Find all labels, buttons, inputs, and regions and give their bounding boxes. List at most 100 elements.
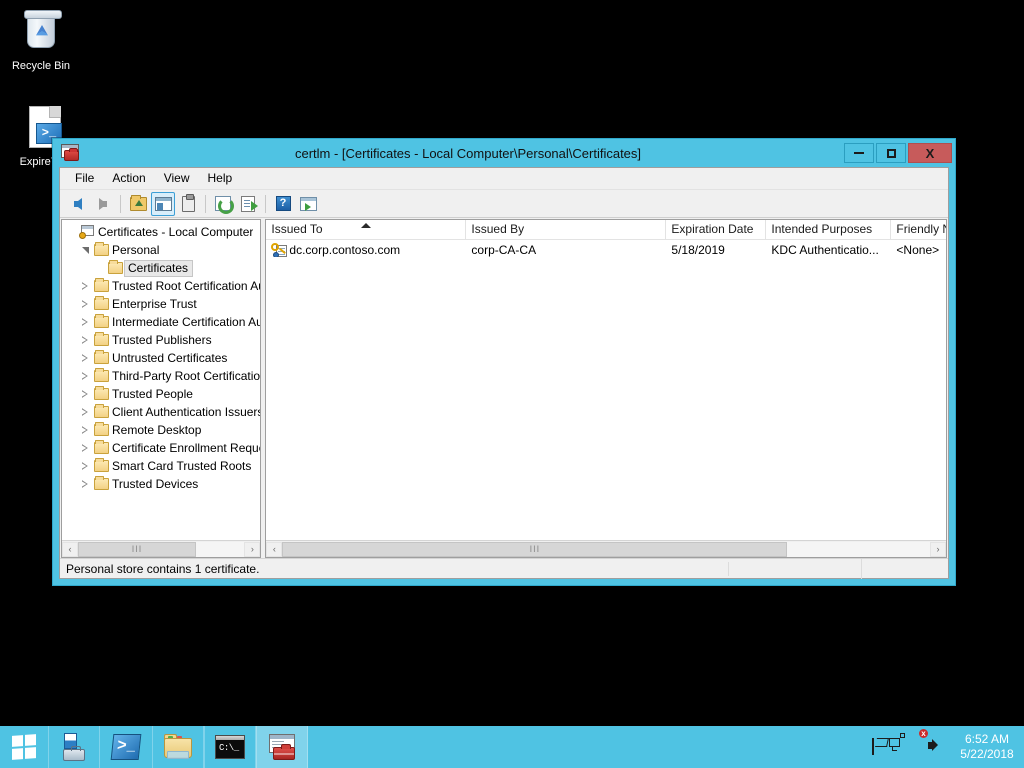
folder-icon [92,352,110,364]
folder-icon [92,478,110,490]
volume-muted-icon[interactable]: x [928,738,946,756]
chevron-right-icon[interactable] [78,372,92,380]
tree-item-label: Certificates - Local Computer [96,225,253,239]
tree-item-client-authentication-issuers[interactable]: Client Authentication Issuers [62,403,260,421]
clock[interactable]: 6:52 AM 5/22/2018 [956,732,1018,762]
action-center-flag-icon[interactable] [872,738,890,756]
chevron-right-icon[interactable] [78,354,92,362]
menu-view[interactable]: View [155,168,199,189]
help-icon: ? [276,196,291,211]
column-header-expiration-date[interactable]: Expiration Date [666,220,766,239]
tree-item-trusted-people[interactable]: Trusted People [62,385,260,403]
chevron-right-icon[interactable] [78,408,92,416]
show-action-pane-button[interactable] [296,192,320,216]
help-button[interactable]: ? [271,192,295,216]
certificate-store-icon [78,225,96,239]
up-one-level-button[interactable] [126,192,150,216]
tree-item-intermediate-certification-au[interactable]: Intermediate Certification Au [62,313,260,331]
chevron-right-icon[interactable] [78,480,92,488]
forward-button[interactable] [91,192,115,216]
folder-icon [92,334,110,346]
taskbar-server-manager[interactable] [48,726,100,768]
scroll-left-button[interactable]: ‹ [266,542,282,557]
chevron-right-icon[interactable] [78,444,92,452]
chevron-right-icon[interactable] [78,318,92,326]
properties-icon [182,196,195,212]
toolbar-separator [120,195,121,213]
scroll-right-button[interactable]: › [244,542,260,557]
chevron-right-icon[interactable] [78,390,92,398]
list-horizontal-scrollbar[interactable]: ‹ III › [266,540,946,557]
menu-file[interactable]: File [66,168,103,189]
desktop-icon-recycle-bin[interactable]: Recycle Bin [2,8,80,73]
taskbar-command-prompt[interactable]: C:\_ [204,726,256,768]
status-pane-2 [729,559,862,579]
menu-help[interactable]: Help [199,168,242,189]
tree-item-label: Smart Card Trusted Roots [110,459,251,473]
folder-icon [92,370,110,382]
tree-item-certificate-enrollment-reque[interactable]: Certificate Enrollment Reque [62,439,260,457]
column-header-issued-to[interactable]: Issued To [266,220,466,239]
scroll-track[interactable]: III [78,542,244,557]
back-button[interactable] [66,192,90,216]
mmc-console-icon [267,734,297,760]
export-list-button[interactable] [236,192,260,216]
network-icon[interactable] [900,738,918,756]
tree-item-smart-card-trusted-roots[interactable]: Smart Card Trusted Roots [62,457,260,475]
tree-item-personal[interactable]: Personal [62,241,260,259]
tree-horizontal-scrollbar[interactable]: ‹ III › [62,540,260,557]
close-button[interactable]: X [908,143,952,163]
tree-item-remote-desktop[interactable]: Remote Desktop [62,421,260,439]
scroll-left-button[interactable]: ‹ [62,542,78,557]
certificate-icon [271,243,287,257]
properties-button[interactable] [176,192,200,216]
folder-icon [92,316,110,328]
refresh-icon [215,196,231,211]
start-button[interactable] [0,726,48,768]
window-titlebar[interactable]: certlm - [Certificates - Local Computer\… [53,139,955,167]
taskbar-powershell[interactable] [100,726,152,768]
chevron-right-icon[interactable] [78,426,92,434]
cell-intended-purposes: KDC Authenticatio... [766,243,891,257]
mmc-console-icon [61,144,81,162]
tree-item-certificates[interactable]: Certificates [62,259,260,277]
taskbar-file-explorer[interactable] [152,726,204,768]
status-bar: Personal store contains 1 certificate. [60,558,948,578]
taskbar: C:\_ x 6:52 AM 5/22/2018 [0,726,1024,768]
chevron-right-icon[interactable] [78,336,92,344]
minimize-button[interactable] [844,143,874,163]
column-header-intended-purposes[interactable]: Intended Purposes [766,220,891,239]
table-row[interactable]: dc.corp.contoso.comcorp-CA-CA5/18/2019KD… [266,240,946,259]
tree-item-label: Intermediate Certification Au [110,315,260,329]
refresh-button[interactable] [211,192,235,216]
scroll-thumb[interactable]: III [282,542,787,557]
scroll-track[interactable]: III [282,542,930,557]
chevron-right-icon[interactable] [78,462,92,470]
toolbar-separator [205,195,206,213]
chevron-right-icon[interactable] [78,300,92,308]
tree-item-trusted-root-certification-au[interactable]: Trusted Root Certification Au [62,277,260,295]
scroll-thumb[interactable]: III [78,542,196,557]
column-header-issued-by[interactable]: Issued By [466,220,666,239]
chevron-right-icon[interactable] [78,282,92,290]
tree-item-trusted-publishers[interactable]: Trusted Publishers [62,331,260,349]
column-header-label: Issued To [271,222,322,236]
show-hide-console-tree-button[interactable] [151,192,175,216]
tree-item-label: Third-Party Root Certification [110,369,260,383]
tree-item-trusted-devices[interactable]: Trusted Devices [62,475,260,493]
chevron-down-icon[interactable] [78,247,92,254]
tree-item-third-party-root-certification[interactable]: Third-Party Root Certification [62,367,260,385]
tree-item-untrusted-certificates[interactable]: Untrusted Certificates [62,349,260,367]
tree-item-label: Trusted People [110,387,193,401]
tree-item-enterprise-trust[interactable]: Enterprise Trust [62,295,260,313]
menu-action[interactable]: Action [103,168,154,189]
maximize-button[interactable] [876,143,906,163]
column-header-friendly-name[interactable]: Friendly N [891,220,947,239]
cell-text: 5/18/2019 [671,243,724,257]
taskbar-certlm[interactable] [256,726,308,768]
show-action-pane-icon [300,197,317,211]
scroll-right-button[interactable]: › [930,542,946,557]
console-tree[interactable]: Certificates - Local ComputerPersonalCer… [62,220,260,540]
tree-item-certificates-local-computer[interactable]: Certificates - Local Computer [62,223,260,241]
certificate-list[interactable]: dc.corp.contoso.comcorp-CA-CA5/18/2019KD… [266,240,946,540]
